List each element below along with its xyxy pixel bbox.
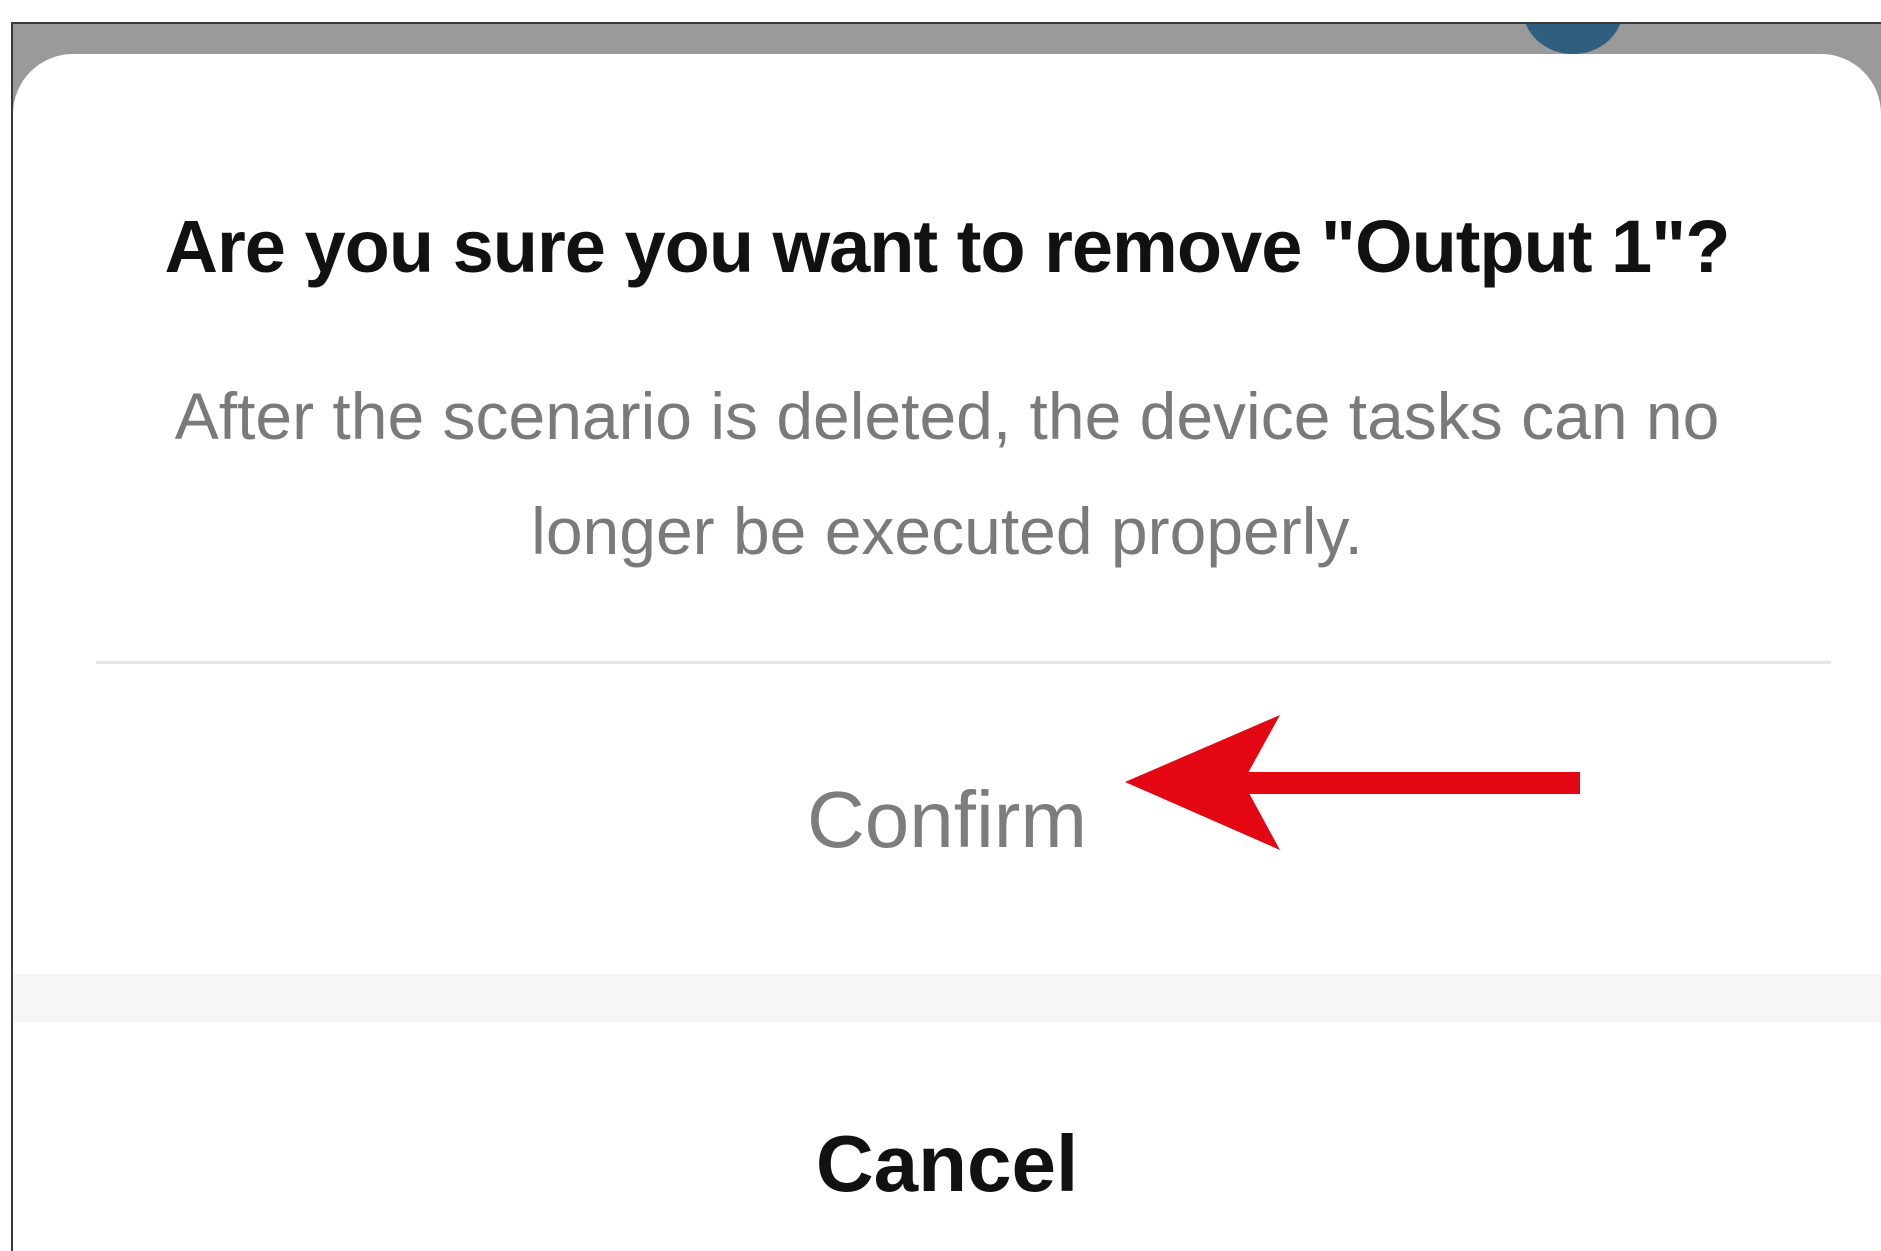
confirmation-sheet: Are you sure you want to remove "Output … bbox=[13, 54, 1881, 1251]
screen: Are you sure you want to remove "Output … bbox=[0, 0, 1881, 1251]
background-avatar bbox=[1523, 24, 1623, 54]
red-arrow-icon bbox=[1125, 715, 1580, 850]
arrow-shaft bbox=[1235, 772, 1580, 794]
cancel-button[interactable]: Cancel bbox=[13, 1022, 1881, 1251]
button-separator bbox=[13, 974, 1881, 1022]
dialog-message: After the scenario is deleted, the devic… bbox=[174, 379, 1720, 568]
divider bbox=[96, 661, 1831, 664]
dimmed-backdrop[interactable]: Are you sure you want to remove "Output … bbox=[11, 22, 1881, 1251]
confirm-button[interactable]: Confirm bbox=[13, 666, 1881, 974]
dialog-title: Are you sure you want to remove "Output … bbox=[164, 205, 1731, 288]
